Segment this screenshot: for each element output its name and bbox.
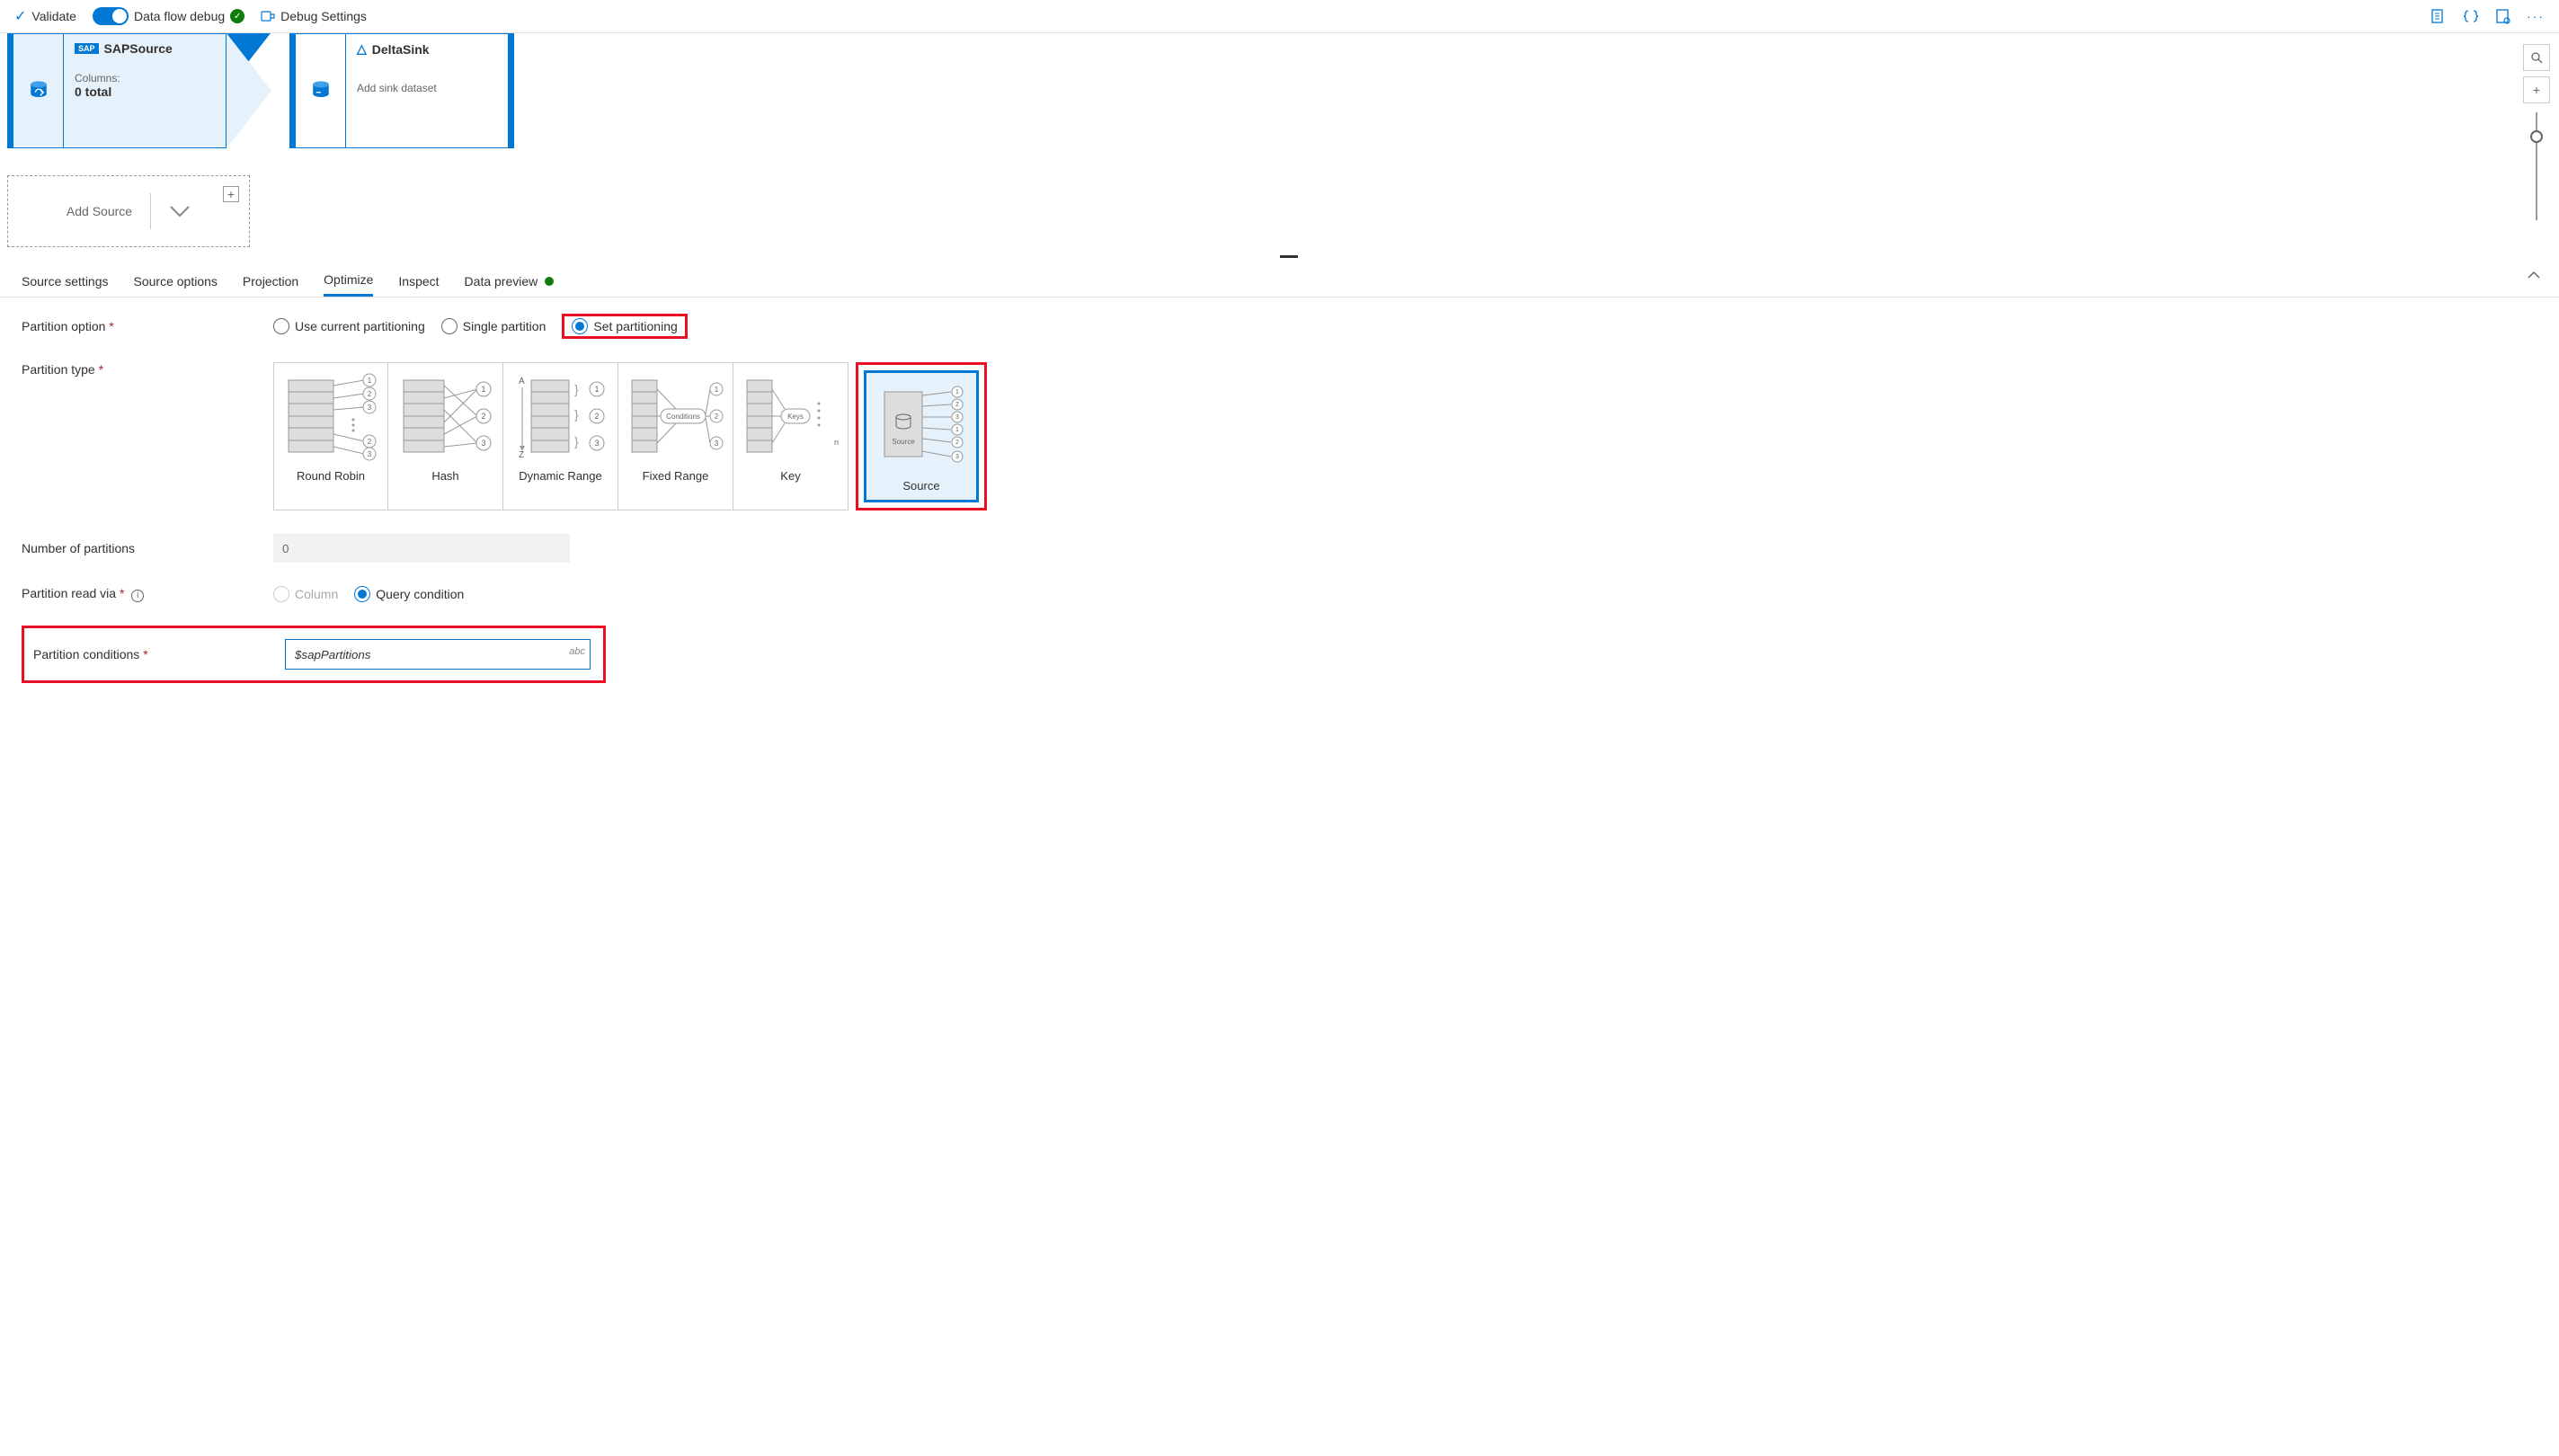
debug-toggle-group: Data flow debug ✓ <box>93 7 244 25</box>
svg-text:n: n <box>834 438 839 447</box>
tab-source-options[interactable]: Source options <box>134 267 218 296</box>
svg-text:}: } <box>574 382 579 396</box>
delta-icon: △ <box>357 41 367 57</box>
svg-text:1: 1 <box>955 427 959 433</box>
svg-text:2: 2 <box>368 438 372 446</box>
partition-option-label: Partition option * <box>22 319 273 333</box>
svg-text:}: } <box>574 407 579 422</box>
radio-set-partitioning[interactable]: Set partitioning <box>572 318 677 334</box>
zoom-in-button[interactable]: + <box>2523 76 2550 103</box>
radio-use-current[interactable]: Use current partitioning <box>273 318 425 334</box>
add-source-label: Add Source <box>67 204 132 218</box>
svg-text:2: 2 <box>368 390 372 398</box>
num-partitions-input[interactable] <box>273 534 570 563</box>
svg-text:2: 2 <box>955 402 959 408</box>
collapse-panel-icon[interactable] <box>2527 271 2541 280</box>
conditions-label: Partition conditions * <box>33 647 285 661</box>
source-title: SAPSource <box>104 41 173 56</box>
svg-text:1: 1 <box>955 389 959 395</box>
svg-text:2: 2 <box>714 413 718 421</box>
tabs: Source settings Source options Projectio… <box>0 258 2559 297</box>
read-via-label: Partition read via * i <box>22 586 273 602</box>
radio-column: Column <box>273 586 338 602</box>
svg-text:Source: Source <box>892 438 915 446</box>
card-fixed-range[interactable]: Conditions123 Fixed Range <box>618 362 733 510</box>
svg-text:Keys: Keys <box>787 413 804 421</box>
conditions-input[interactable] <box>285 639 591 670</box>
script-icon[interactable] <box>2430 7 2448 25</box>
svg-text:2: 2 <box>594 412 599 421</box>
svg-text:2: 2 <box>481 412 485 421</box>
database-icon <box>26 78 51 103</box>
source-columns-label: Columns: <box>75 72 215 84</box>
sink-node[interactable]: △ DeltaSink Add sink dataset <box>289 33 514 148</box>
source-node[interactable]: SAP SAPSource Columns: 0 total <box>7 33 227 148</box>
source-columns-value: 0 total <box>75 84 215 99</box>
info-icon[interactable]: i <box>131 590 144 602</box>
card-round-robin[interactable]: 12323 Round Robin <box>273 362 388 510</box>
chevron-down-icon[interactable] <box>150 193 191 229</box>
tab-source-settings[interactable]: Source settings <box>22 267 109 296</box>
highlight-conditions: Partition conditions * abc <box>22 626 606 683</box>
svg-text:Conditions: Conditions <box>666 413 700 421</box>
database-sink-icon <box>308 78 333 103</box>
debug-settings-label: Debug Settings <box>280 9 367 23</box>
abc-badge: abc <box>569 646 585 657</box>
canvas: SAP SAPSource Columns: 0 total + △ <box>0 33 2559 258</box>
debug-toggle[interactable] <box>93 7 129 25</box>
add-source-box[interactable]: Add Source <box>7 175 250 247</box>
highlight-source-card: Source123123 Source <box>856 362 987 510</box>
svg-text:3: 3 <box>594 439 599 448</box>
svg-text:3: 3 <box>955 414 959 421</box>
svg-text:1: 1 <box>594 385 599 394</box>
svg-text:1: 1 <box>481 385 485 394</box>
check-icon: ✓ <box>14 7 26 25</box>
svg-text:1: 1 <box>368 377 372 385</box>
zoom-slider[interactable] <box>2536 112 2537 220</box>
validate-label: Validate <box>31 9 76 23</box>
debug-settings-button[interactable]: Debug Settings <box>261 9 367 23</box>
radio-query-condition[interactable]: Query condition <box>354 586 464 602</box>
radio-single-partition[interactable]: Single partition <box>441 318 546 334</box>
sap-logo-icon: SAP <box>75 43 99 54</box>
svg-text:1: 1 <box>714 386 718 394</box>
tab-inspect[interactable]: Inspect <box>398 267 439 296</box>
svg-text:3: 3 <box>714 439 718 448</box>
svg-text:A: A <box>519 377 525 386</box>
card-source[interactable]: Source123123 Source <box>864 370 979 502</box>
optimize-panel: Partition option * Use current partition… <box>0 297 2559 699</box>
tab-optimize[interactable]: Optimize <box>324 265 373 297</box>
status-ok-icon: ✓ <box>230 9 244 23</box>
tab-data-preview[interactable]: Data preview <box>465 267 555 296</box>
debug-toggle-label: Data flow debug <box>134 9 225 23</box>
svg-text:}: } <box>574 434 579 448</box>
search-button[interactable] <box>2523 44 2550 71</box>
toolbar: ✓ Validate Data flow debug ✓ Debug Setti… <box>0 0 2559 33</box>
debug-settings-icon <box>261 9 275 23</box>
sink-title: DeltaSink <box>372 42 430 57</box>
svg-text:3: 3 <box>955 454 959 460</box>
more-icon[interactable]: ··· <box>2527 7 2545 25</box>
highlight-set-partitioning: Set partitioning <box>562 314 687 339</box>
sink-subtitle: Add sink dataset <box>357 82 497 94</box>
card-hash[interactable]: 123 Hash <box>388 362 503 510</box>
svg-text:Z: Z <box>519 450 524 460</box>
flow-connector: + <box>227 33 289 148</box>
code-braces-icon[interactable] <box>2462 7 2480 25</box>
num-partitions-label: Number of partitions <box>22 541 273 555</box>
svg-text:3: 3 <box>368 404 372 412</box>
partition-type-label: Partition type * <box>22 362 273 377</box>
settings-list-icon[interactable] <box>2494 7 2512 25</box>
svg-text:3: 3 <box>481 439 485 448</box>
validate-button[interactable]: ✓ Validate <box>14 7 76 25</box>
card-key[interactable]: Keysn Key <box>733 362 849 510</box>
svg-text:3: 3 <box>368 450 372 458</box>
svg-text:2: 2 <box>955 439 959 446</box>
tab-projection[interactable]: Projection <box>243 267 298 296</box>
card-dynamic-range[interactable]: AZ}}}123 Dynamic Range <box>503 362 618 510</box>
preview-status-icon <box>545 277 554 286</box>
